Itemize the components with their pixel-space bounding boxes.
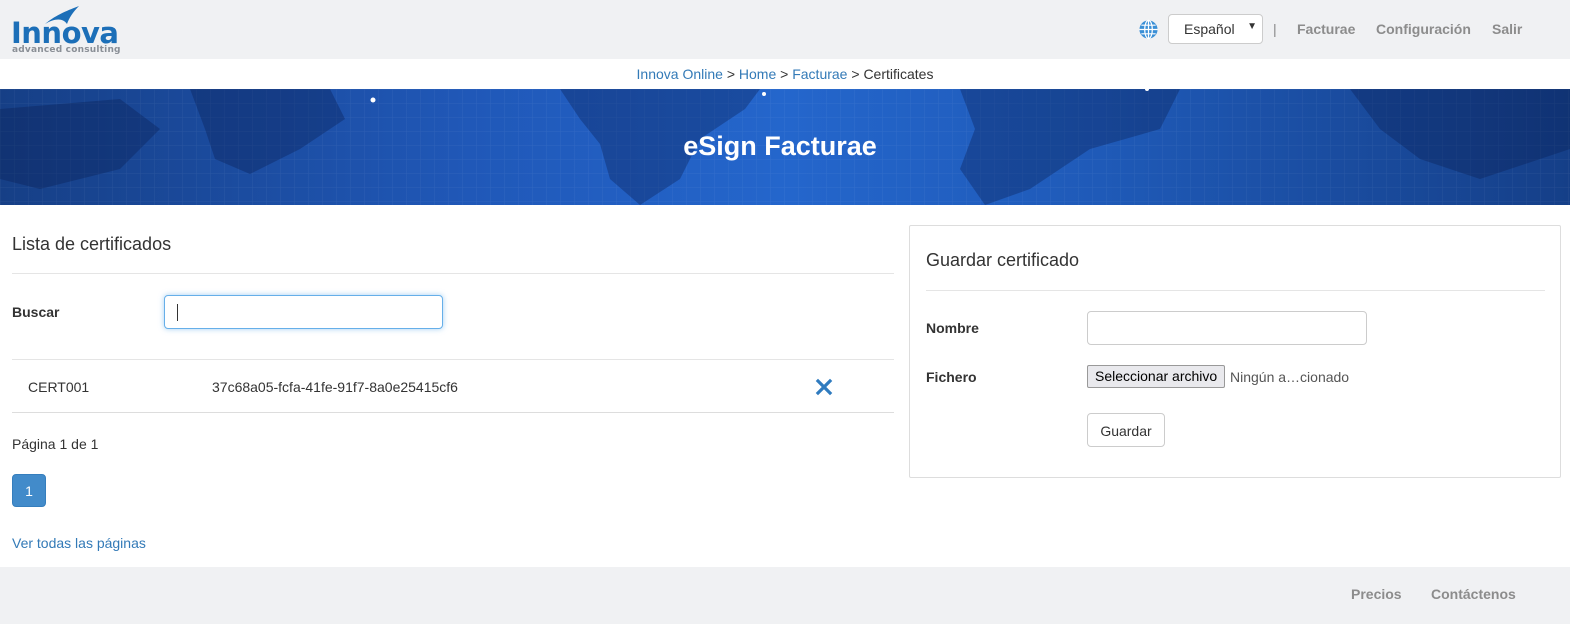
cert-name: CERT001	[28, 379, 90, 395]
choose-file-button[interactable]: Seleccionar archivo	[1087, 365, 1226, 388]
innova-logo[interactable]: Innova advanced consulting	[11, 4, 136, 56]
breadcrumb-separator: >	[726, 66, 735, 82]
pagination-text: Página 1 de 1	[12, 436, 99, 452]
logo-wordmark: Innova	[11, 16, 119, 50]
breadcrumb: Innova Online > Home > Facturae > Certif…	[0, 59, 1570, 89]
file-status-text: Ningún a…cionado	[1230, 369, 1350, 385]
footer-link-precios[interactable]: Precios	[1351, 586, 1402, 602]
table-bottom-border	[12, 412, 894, 413]
search-label: Buscar	[12, 304, 60, 320]
footer: Precios Contáctenos	[0, 567, 1570, 624]
save-button[interactable]: Guardar	[1087, 413, 1165, 447]
language-select[interactable]: Español ▼	[1168, 14, 1263, 44]
cert-id: 37c68a05-fcfa-41fe-91f7-8a0e25415cf6	[212, 379, 458, 395]
name-label: Nombre	[926, 320, 979, 336]
top-navbar: Innova advanced consulting Español ▼ | F…	[0, 0, 1570, 59]
breadcrumb-separator: >	[851, 66, 860, 82]
name-input[interactable]	[1087, 311, 1367, 345]
nav-link-facturae[interactable]: Facturae	[1297, 21, 1355, 37]
view-all-pages-link[interactable]: Ver todas las páginas	[12, 535, 146, 551]
breadcrumb-innova-online[interactable]: Innova Online	[637, 66, 723, 82]
logo-tagline: advanced consulting	[12, 45, 121, 55]
hero-banner: eSign Facturae	[0, 89, 1570, 205]
nav-link-salir[interactable]: Salir	[1492, 21, 1522, 37]
globe-icon	[1139, 19, 1158, 40]
list-title: Lista de certificados	[12, 234, 172, 254]
page-button-1[interactable]: 1	[12, 474, 46, 507]
chevron-down-icon: ▼	[1247, 21, 1257, 32]
delete-x-icon[interactable]	[815, 378, 833, 396]
table-top-border	[12, 359, 894, 360]
breadcrumb-home[interactable]: Home	[739, 66, 776, 82]
footer-link-contactenos[interactable]: Contáctenos	[1431, 586, 1516, 602]
search-input[interactable]	[164, 295, 443, 329]
breadcrumb-facturae[interactable]: Facturae	[792, 66, 847, 82]
file-label: Fichero	[926, 369, 977, 385]
banner-title: eSign Facturae	[683, 131, 877, 161]
language-selected: Español	[1184, 21, 1235, 37]
breadcrumb-separator: >	[780, 66, 789, 82]
form-title: Guardar certificado	[926, 250, 1080, 270]
nav-separator: |	[1273, 21, 1277, 37]
breadcrumb-current: Certificates	[863, 66, 934, 82]
divider	[926, 290, 1545, 291]
text-caret	[177, 304, 178, 321]
nav-link-configuracion[interactable]: Configuración	[1376, 21, 1471, 37]
divider	[12, 273, 894, 274]
